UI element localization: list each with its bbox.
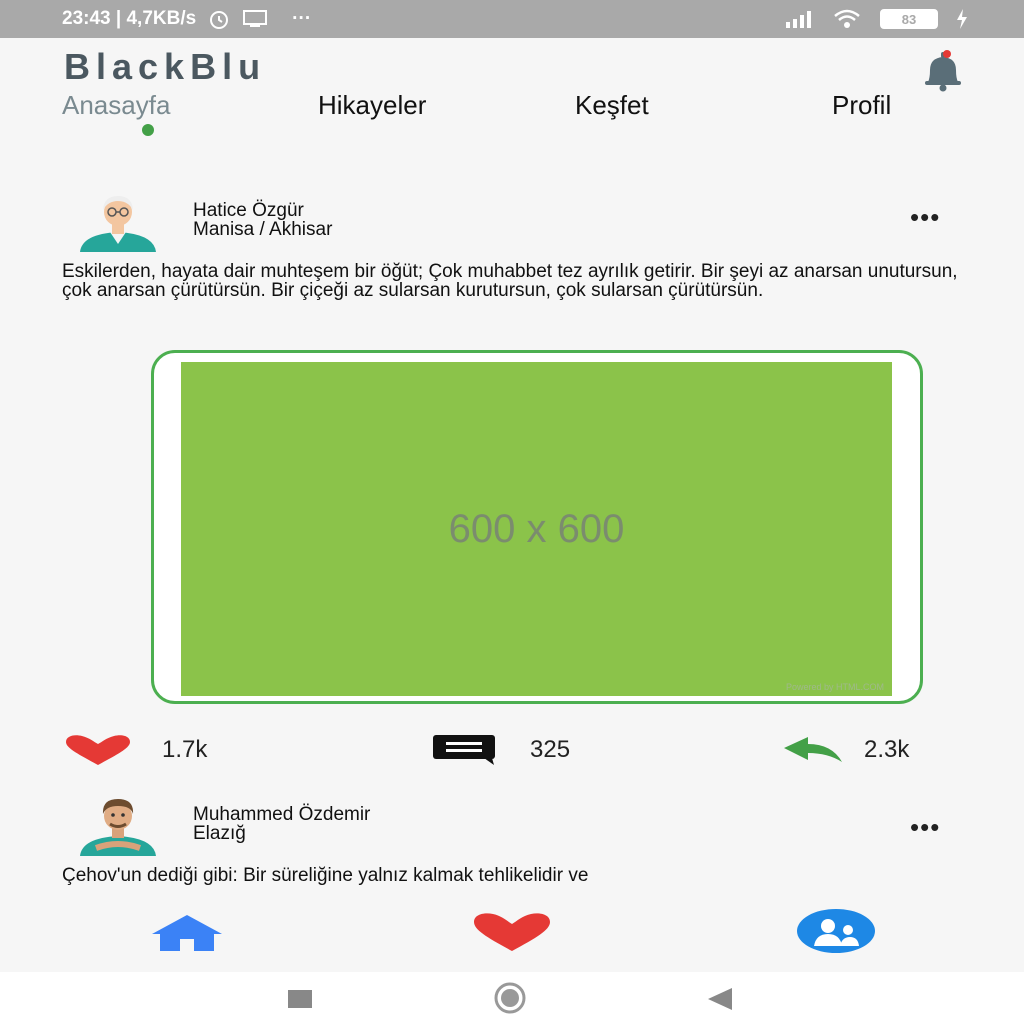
app-screen: BlackBlu Anasayfa Hikayeler Keşfet Profi… <box>0 38 1024 972</box>
signal-icon <box>786 11 811 28</box>
comment-icon[interactable] <box>432 734 498 766</box>
status-bar: 23:43 | 4,7KB/s ··· 83 <box>0 0 1024 38</box>
status-right: 83 <box>784 8 968 30</box>
author-location: Manisa / Akhisar <box>193 219 333 240</box>
app-brand: BlackBlu <box>64 46 267 87</box>
bell-icon[interactable] <box>918 48 968 92</box>
more-status-icon: ··· <box>292 8 312 29</box>
tab-hikayeler[interactable]: Hikayeler <box>318 90 426 121</box>
charging-icon <box>957 9 967 29</box>
post-image[interactable]: 600 x 600 Powered by HTML.COM <box>181 362 892 696</box>
recent-apps-icon[interactable] <box>284 988 316 1010</box>
favorites-heart-icon[interactable] <box>472 912 552 952</box>
post-image-frame[interactable]: 600 x 600 Powered by HTML.COM <box>151 350 923 704</box>
tab-anasayfa[interactable]: Anasayfa <box>62 90 170 121</box>
home-icon[interactable] <box>150 914 224 952</box>
battery-icon: 83 <box>880 9 938 29</box>
top-tabs: Anasayfa Hikayeler Keşfet Profil <box>0 90 1024 150</box>
bottom-navigation <box>0 906 1024 972</box>
alarm-icon <box>210 11 229 29</box>
back-icon[interactable] <box>704 986 736 1012</box>
system-navigation-bar <box>0 972 1024 1024</box>
avatar-man[interactable] <box>76 796 160 856</box>
avatar-elderly-woman[interactable] <box>76 192 160 252</box>
home-button-icon[interactable] <box>486 982 534 1014</box>
tab-profil[interactable]: Profil <box>832 90 891 121</box>
friends-icon[interactable] <box>796 908 876 954</box>
image-credit: Powered by HTML.COM <box>785 682 884 692</box>
battery-level: 83 <box>901 11 917 27</box>
like-count: 1.7k <box>162 736 208 763</box>
post-options-button[interactable]: ••• <box>910 812 940 843</box>
post-text: Eskilerden, hayata dair muhteşem bir öğü… <box>62 261 958 301</box>
status-time-speed: 23:43 | 4,7KB/s <box>62 8 197 29</box>
heart-icon[interactable] <box>64 734 132 766</box>
image-placeholder-label: 600 x 600 <box>448 506 625 551</box>
active-tab-indicator <box>142 124 154 136</box>
share-count: 2.3k <box>864 736 910 763</box>
reply-icon[interactable] <box>782 736 844 764</box>
tab-kesfet[interactable]: Keşfet <box>575 90 649 121</box>
author-location: Elazığ <box>193 823 246 844</box>
comment-count: 325 <box>530 736 571 763</box>
post-text: Çehov'un dediği gibi: Bir süreliğine yal… <box>62 865 589 886</box>
status-left: 23:43 | 4,7KB/s ··· <box>62 8 311 30</box>
wifi-icon <box>834 9 860 28</box>
post-options-button[interactable]: ••• <box>910 202 940 233</box>
screen-icon <box>243 10 268 27</box>
